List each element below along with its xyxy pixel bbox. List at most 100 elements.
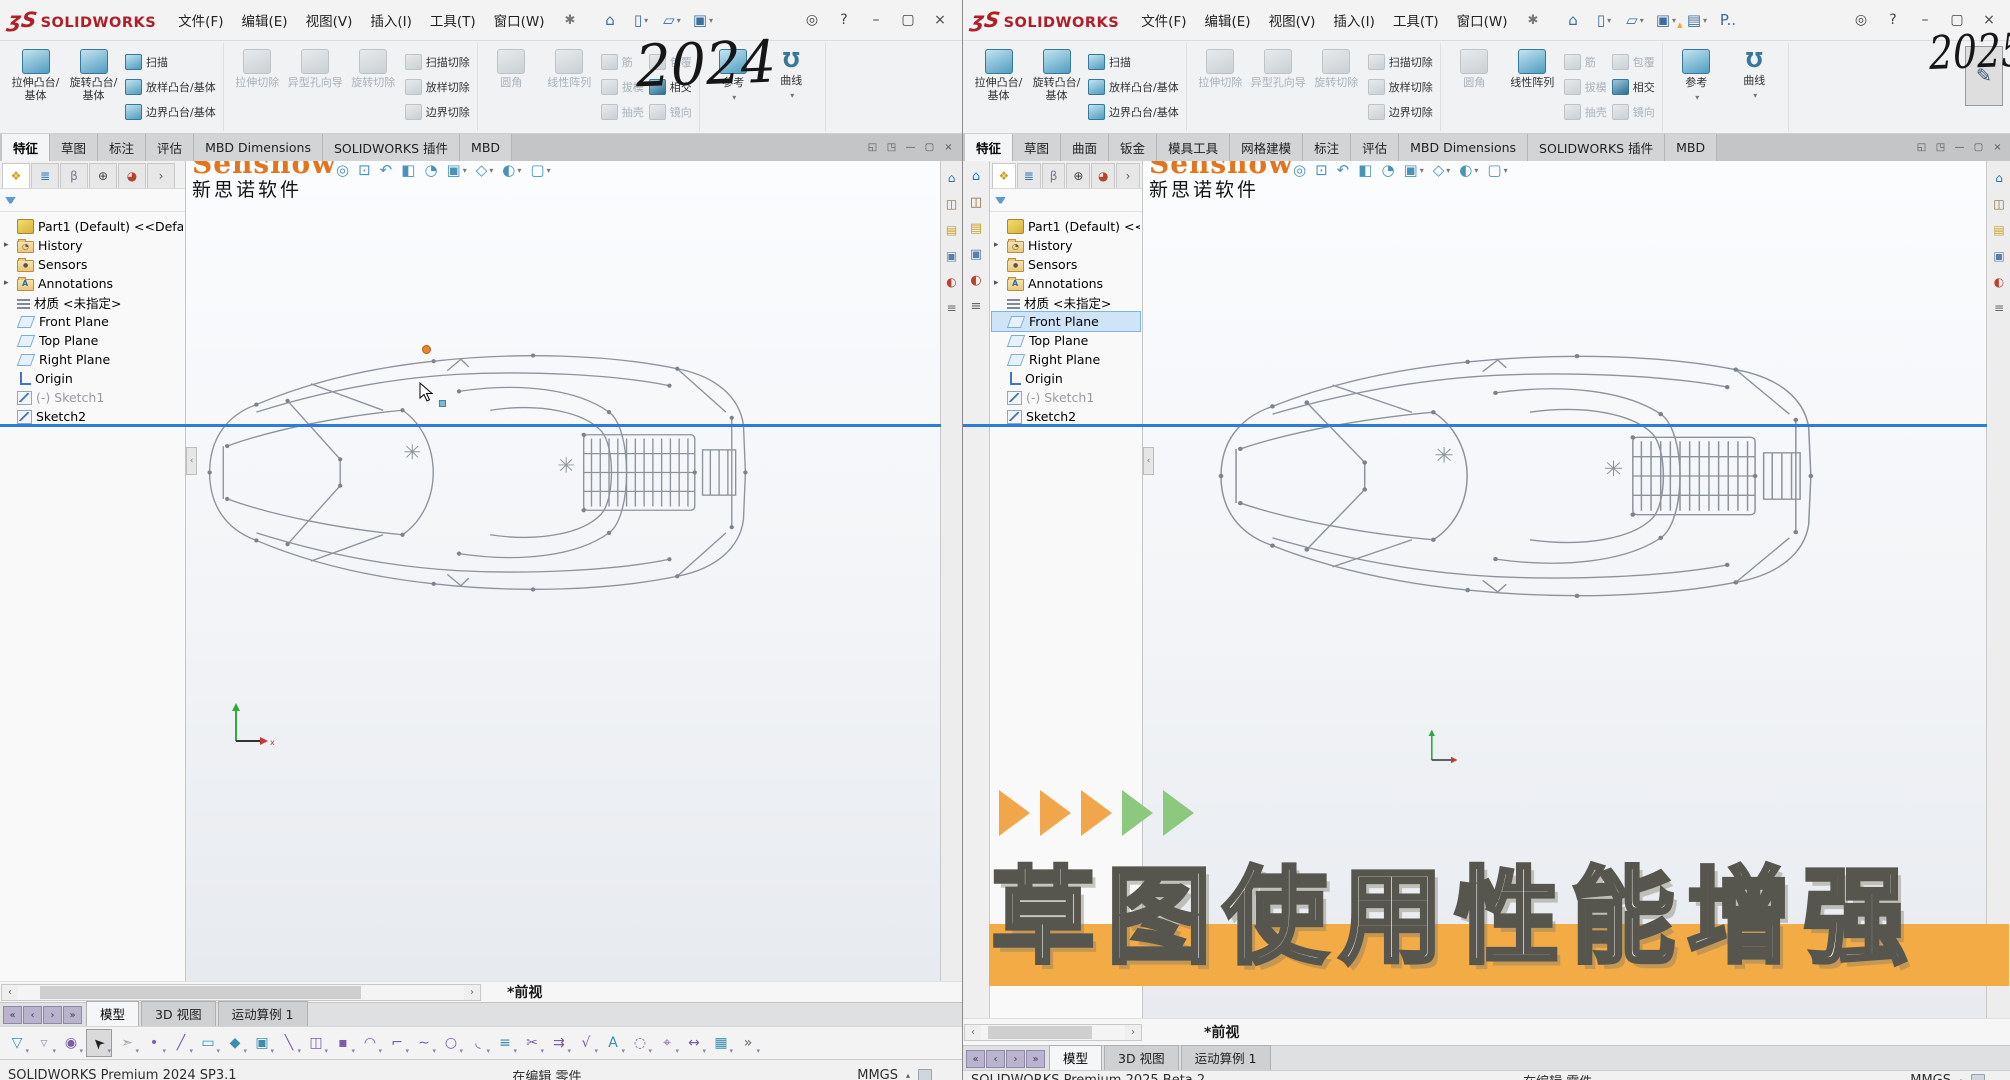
tree-item[interactable]: Annotations bbox=[2, 274, 183, 293]
sketch-point[interactable] bbox=[439, 400, 446, 407]
displaymanager-tab[interactable]: ◕ bbox=[118, 163, 146, 188]
home-icon[interactable]: ⌂ bbox=[1557, 11, 1588, 29]
doc-minimize-icon[interactable]: — bbox=[903, 142, 918, 153]
appearances-icon[interactable]: ◐ bbox=[946, 275, 956, 289]
scroll-right-icon[interactable]: › bbox=[464, 985, 480, 1000]
section-view-icon[interactable]: ◧ bbox=[401, 161, 415, 179]
fm-expand-icon[interactable]: › bbox=[147, 163, 175, 188]
commandmanager-tab[interactable]: 标注 bbox=[98, 134, 146, 161]
display-style-icon[interactable]: ◇ bbox=[476, 161, 494, 179]
spline-icon[interactable]: ∼ bbox=[412, 1030, 436, 1056]
tree-item[interactable]: Top Plane bbox=[992, 331, 1140, 350]
note-icon[interactable]: A bbox=[601, 1030, 625, 1056]
selected-sketch-point[interactable] bbox=[422, 345, 431, 354]
view-settings-icon[interactable]: ▢ bbox=[530, 161, 550, 179]
open-document-icon[interactable]: ▱ bbox=[1619, 11, 1650, 29]
extrude-boss-button[interactable]: 拉伸凸台/基体 bbox=[970, 44, 1027, 102]
loft-button[interactable]: 放样凸台/基体 bbox=[1086, 75, 1181, 99]
pin-icon[interactable]: ✱ bbox=[565, 13, 576, 28]
tree-item[interactable]: Origin bbox=[2, 369, 183, 388]
file-explorer-icon[interactable]: ▤ bbox=[946, 223, 957, 237]
design-library-icon[interactable]: ◫ bbox=[970, 195, 982, 210]
view-settings-icon[interactable]: ▢ bbox=[1487, 161, 1507, 179]
reference-geometry-button[interactable]: 参考 bbox=[1668, 44, 1725, 102]
scrollbar-thumb[interactable] bbox=[40, 986, 361, 999]
horizontal-scrollbar[interactable]: ‹ › bbox=[1, 984, 481, 1001]
design-library-icon[interactable]: ◫ bbox=[946, 197, 957, 211]
units-selector[interactable]: MMGS bbox=[857, 1068, 898, 1080]
commandmanager-tab[interactable]: 草图 bbox=[1013, 134, 1061, 161]
revolve-boss-button[interactable]: 旋转凸台/基体 bbox=[1028, 44, 1085, 102]
featuremanager-tree-tab[interactable]: ❖ bbox=[992, 163, 1016, 188]
tag-icon[interactable] bbox=[918, 1069, 932, 1080]
tree-item[interactable]: Part1 (Default) <<Default>_ bbox=[992, 217, 1140, 236]
panel-splitter-arrow[interactable]: ‹ bbox=[186, 447, 197, 475]
menu-item[interactable]: 插入(I) bbox=[1324, 10, 1384, 30]
scroll-left-icon[interactable]: ‹ bbox=[965, 1025, 981, 1040]
graphics-viewport[interactable]: Sensnow 新思诺软件 ◎⊡↶◧◔▣◇◐▢ ‹ bbox=[186, 161, 940, 981]
panel-splitter-arrow[interactable]: ‹ bbox=[1143, 447, 1154, 475]
configurationmanager-tab[interactable]: β bbox=[60, 163, 88, 188]
ellipse-icon[interactable]: ○ bbox=[439, 1030, 463, 1056]
tree-item[interactable]: Right Plane bbox=[2, 350, 183, 369]
filter-funnel-icon[interactable] bbox=[5, 197, 16, 204]
save-icon[interactable]: ▣ bbox=[1650, 11, 1681, 29]
menu-item[interactable]: 视图(V) bbox=[297, 10, 362, 30]
tree-item[interactable]: 材质 <未指定> bbox=[992, 293, 1140, 312]
three-point-arc-icon[interactable]: ⌐ bbox=[385, 1030, 409, 1056]
menu-item[interactable]: 插入(I) bbox=[361, 10, 421, 30]
new-document-icon[interactable]: ▯ bbox=[1588, 11, 1619, 29]
menu-item[interactable]: 工具(T) bbox=[1384, 10, 1448, 30]
tree-item[interactable]: Front Plane bbox=[2, 312, 183, 331]
convert-entities-icon[interactable]: ⇉ bbox=[547, 1030, 571, 1056]
commandmanager-tab[interactable]: 模具工具 bbox=[1157, 134, 1230, 161]
view-orientation-icon[interactable]: ▣ bbox=[447, 161, 467, 179]
scrollbar-track[interactable] bbox=[18, 985, 464, 1000]
tree-item[interactable]: Front Plane bbox=[992, 312, 1140, 331]
sketch-point-icon[interactable]: • bbox=[142, 1030, 166, 1056]
custom-properties-icon[interactable]: ≡ bbox=[971, 299, 982, 314]
document-tab[interactable]: 运动算例 1 bbox=[218, 1001, 308, 1026]
tree-item[interactable]: History bbox=[992, 236, 1140, 255]
menu-item[interactable]: 编辑(E) bbox=[1196, 10, 1260, 30]
last-model-tab-icon[interactable]: » bbox=[63, 1006, 82, 1024]
commandmanager-tab[interactable]: 特征 bbox=[2, 134, 50, 161]
commandmanager-tab[interactable]: SOLIDWORKS 插件 bbox=[323, 134, 460, 161]
mirror-entities-icon[interactable]: ◫ bbox=[304, 1030, 328, 1056]
view-palette-icon[interactable]: ▣ bbox=[1993, 249, 2004, 263]
view-orientation-icon[interactable]: ▣ bbox=[1404, 161, 1424, 179]
minimize-icon[interactable]: – bbox=[860, 12, 892, 28]
sweep-button[interactable]: 扫描 bbox=[1086, 50, 1181, 74]
edit-appearance-icon[interactable]: ◐ bbox=[1459, 161, 1478, 179]
menu-item[interactable]: 视图(V) bbox=[1260, 10, 1325, 30]
doc-restore-icon[interactable]: ▢ bbox=[1971, 142, 1986, 153]
open-document-icon[interactable]: ▱ bbox=[656, 11, 687, 29]
tree-item[interactable]: Annotations bbox=[992, 274, 1140, 293]
quick-snaps-icon[interactable]: ⌖ bbox=[655, 1030, 679, 1056]
design-library-icon[interactable]: ◫ bbox=[1993, 197, 2004, 211]
next-model-tab-icon[interactable]: › bbox=[43, 1006, 62, 1024]
view-palette-icon[interactable]: ▣ bbox=[970, 247, 982, 262]
solidworks-resources-icon[interactable]: ⌂ bbox=[972, 169, 980, 184]
pin-icon[interactable]: ✱ bbox=[1528, 13, 1539, 28]
trim-entities-icon[interactable]: ✂ bbox=[520, 1030, 544, 1056]
appearances-icon[interactable]: ◐ bbox=[970, 273, 981, 288]
next-model-tab-icon[interactable]: › bbox=[1006, 1050, 1025, 1068]
document-tab[interactable]: 模型 bbox=[1049, 1045, 1102, 1070]
view-palette-icon[interactable]: ▣ bbox=[946, 249, 957, 263]
boundary-button[interactable]: 边界凸台/基体 bbox=[1086, 100, 1181, 124]
doc-window-icon[interactable]: ◱ bbox=[1914, 142, 1929, 153]
move-entities-icon[interactable]: ↔ bbox=[682, 1030, 706, 1056]
tag-icon[interactable] bbox=[1971, 1074, 1985, 1080]
units-caret-icon[interactable]: ▴ bbox=[1959, 1076, 1963, 1080]
fm-expand-icon[interactable]: › bbox=[1116, 163, 1140, 188]
doc-restore-icon[interactable]: ▢ bbox=[922, 142, 937, 153]
commandmanager-tab[interactable]: MBD bbox=[460, 134, 512, 161]
doc-minimize-icon[interactable]: — bbox=[1952, 142, 1967, 153]
units-caret-icon[interactable]: ▴ bbox=[906, 1071, 910, 1080]
menu-item[interactable]: 工具(T) bbox=[421, 10, 485, 30]
file-explorer-icon[interactable]: ▤ bbox=[1993, 223, 2004, 237]
menu-item[interactable]: 窗口(W) bbox=[1448, 10, 1517, 30]
last-model-tab-icon[interactable]: » bbox=[1026, 1050, 1045, 1068]
extrude-boss-button[interactable]: 拉伸凸台/基体 bbox=[7, 44, 64, 102]
